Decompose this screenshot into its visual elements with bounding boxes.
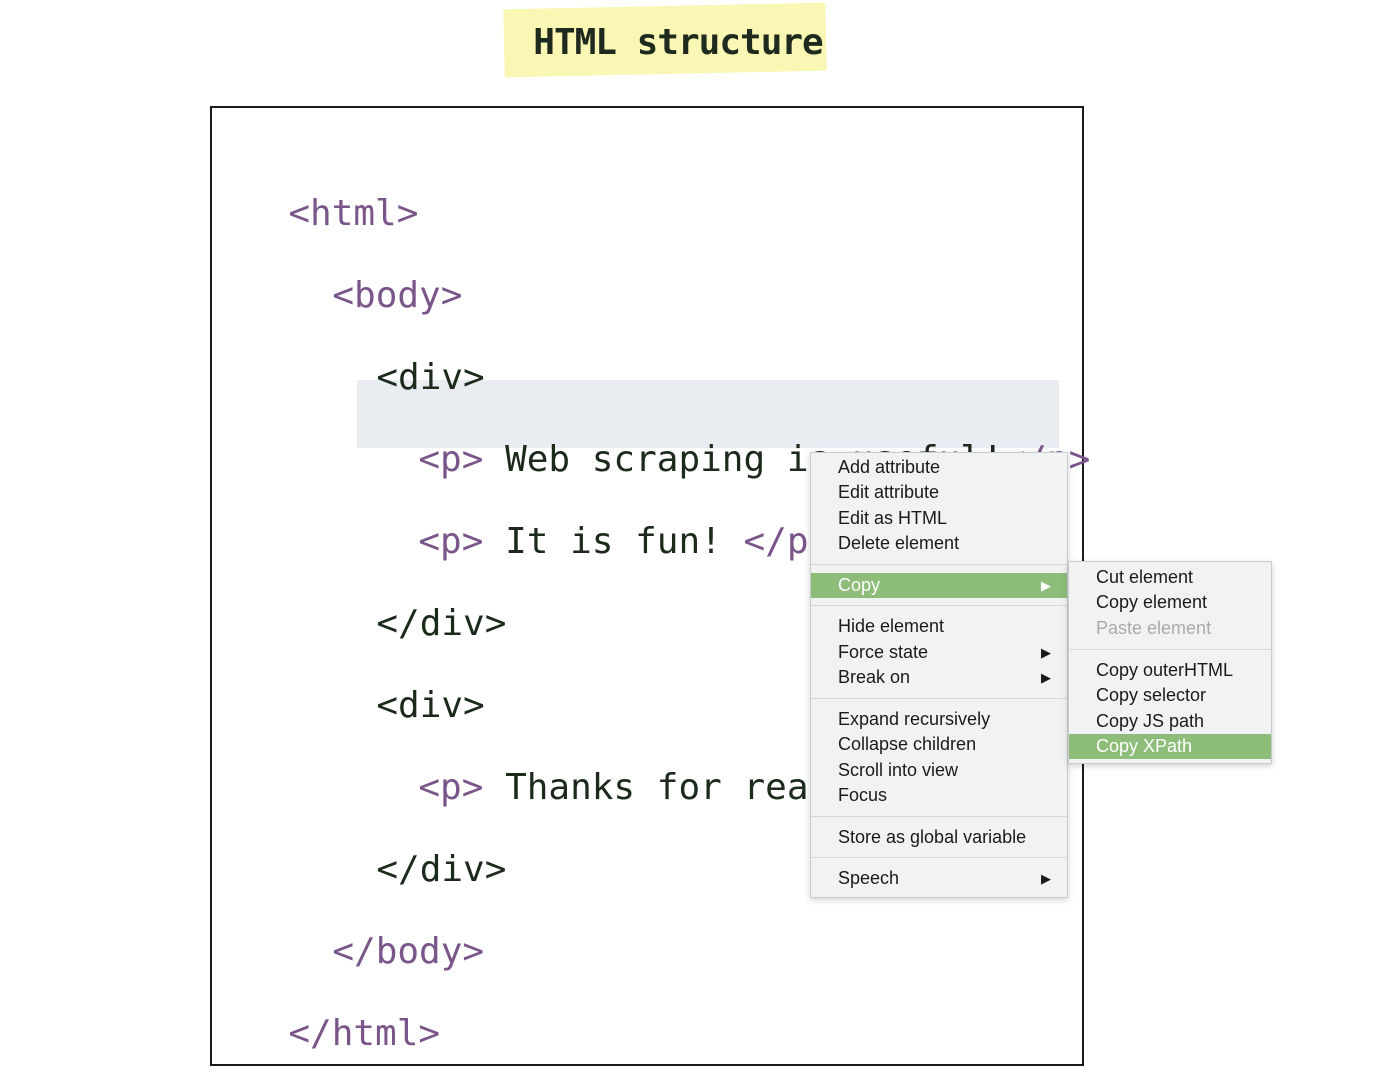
tag-p2-open: <p>: [418, 521, 484, 562]
tag-html-close: </html>: [288, 1013, 441, 1054]
triangle-right-icon: ▶: [1041, 645, 1051, 660]
submenu-item-copy-selector[interactable]: Copy selector: [1069, 683, 1271, 708]
menu-item-label: Edit as HTML: [838, 508, 948, 528]
menu-item-label: Copy JS path: [1096, 711, 1205, 731]
menu-item-focus[interactable]: Focus: [811, 783, 1067, 808]
menu-item-label: Focus: [838, 785, 888, 805]
submenu-item-copy-outerhtml[interactable]: Copy outerHTML: [1069, 658, 1271, 683]
triangle-right-icon: ▶: [1041, 871, 1051, 886]
code-line-div2-close[interactable]: </div>: [333, 804, 506, 892]
page-title: HTML structure: [533, 22, 823, 63]
code-line-div1-open[interactable]: <div>: [333, 312, 485, 400]
code-line-html-close[interactable]: </html>: [245, 968, 440, 1056]
menu-item-label: Copy XPath: [1096, 736, 1193, 756]
menu-separator: [811, 605, 1067, 606]
menu-item-label: Edit attribute: [838, 482, 940, 502]
menu-separator: [811, 564, 1067, 565]
menu-item-label: Force state: [838, 642, 929, 662]
copy-submenu: Cut element Copy element Paste element C…: [1068, 561, 1272, 764]
menu-item-label: Speech: [838, 868, 900, 888]
menu-item-label: Paste element: [1096, 618, 1212, 638]
menu-item-edit-as-html[interactable]: Edit as HTML: [811, 506, 1067, 531]
menu-item-label: Copy: [838, 575, 881, 595]
menu-item-force-state[interactable]: Force state ▶: [811, 640, 1067, 665]
menu-item-label: Expand recursively: [838, 709, 991, 729]
menu-item-label: Copy selector: [1096, 685, 1207, 705]
menu-item-store-as-global-variable[interactable]: Store as global variable: [811, 825, 1067, 850]
menu-item-expand-recursively[interactable]: Expand recursively: [811, 707, 1067, 732]
code-line-html-open[interactable]: <html>: [245, 148, 418, 236]
menu-item-label: Add attribute: [838, 457, 941, 477]
tag-div2-close: </div>: [376, 849, 507, 890]
submenu-item-cut-element[interactable]: Cut element: [1069, 565, 1271, 590]
menu-item-label: Delete element: [838, 533, 960, 553]
tag-div1-close: </div>: [376, 603, 507, 644]
menu-separator: [811, 857, 1067, 858]
code-line-p3[interactable]: <p> Thanks for readi: [375, 722, 852, 810]
menu-item-speech[interactable]: Speech ▶: [811, 866, 1067, 891]
p3-text: Thanks for readi: [483, 767, 852, 808]
menu-item-edit-attribute[interactable]: Edit attribute: [811, 480, 1067, 505]
triangle-right-icon: ▶: [1041, 578, 1051, 593]
menu-item-label: Copy outerHTML: [1096, 660, 1234, 680]
menu-separator: [811, 698, 1067, 699]
submenu-item-copy-element[interactable]: Copy element: [1069, 590, 1271, 615]
menu-item-delete-element[interactable]: Delete element: [811, 531, 1067, 556]
tag-body-open: <body>: [332, 275, 463, 316]
tag-body-close: </body>: [332, 931, 485, 972]
submenu-item-paste-element: Paste element: [1069, 616, 1271, 641]
menu-item-scroll-into-view[interactable]: Scroll into view: [811, 758, 1067, 783]
menu-separator: [811, 816, 1067, 817]
menu-item-hide-element[interactable]: Hide element: [811, 614, 1067, 639]
menu-item-label: Collapse children: [838, 734, 977, 754]
triangle-right-icon: ▶: [1041, 670, 1051, 685]
submenu-item-copy-xpath[interactable]: Copy XPath: [1069, 734, 1271, 759]
menu-separator: [1069, 649, 1271, 650]
code-line-body-close[interactable]: </body>: [289, 886, 484, 974]
menu-item-label: Copy element: [1096, 592, 1208, 612]
submenu-item-copy-js-path[interactable]: Copy JS path: [1069, 709, 1271, 734]
menu-item-add-attribute[interactable]: Add attribute: [811, 455, 1067, 480]
tag-p3-open: <p>: [418, 767, 484, 808]
tag-html-open: <html>: [288, 193, 419, 234]
menu-item-collapse-children[interactable]: Collapse children: [811, 732, 1067, 757]
p2-text: It is fun!: [483, 521, 744, 562]
tag-div1-open: <div>: [376, 357, 485, 398]
menu-item-label: Cut element: [1096, 567, 1194, 587]
code-line-div1-close[interactable]: </div>: [333, 558, 506, 646]
menu-item-copy[interactable]: Copy ▶: [811, 573, 1067, 598]
menu-item-label: Scroll into view: [838, 760, 959, 780]
menu-item-label: Break on: [838, 667, 911, 687]
menu-item-label: Hide element: [838, 616, 945, 636]
menu-item-break-on[interactable]: Break on ▶: [811, 665, 1067, 690]
code-line-body-open[interactable]: <body>: [289, 230, 462, 318]
code-line-div2-open[interactable]: <div>: [333, 640, 485, 728]
tag-div2-open: <div>: [376, 685, 485, 726]
menu-item-label: Store as global variable: [838, 827, 1027, 847]
context-menu: Add attribute Edit attribute Edit as HTM…: [810, 452, 1068, 898]
code-line-p2[interactable]: <p> It is fun! </p>: [375, 476, 830, 564]
tag-p1-open: <p>: [418, 439, 484, 480]
